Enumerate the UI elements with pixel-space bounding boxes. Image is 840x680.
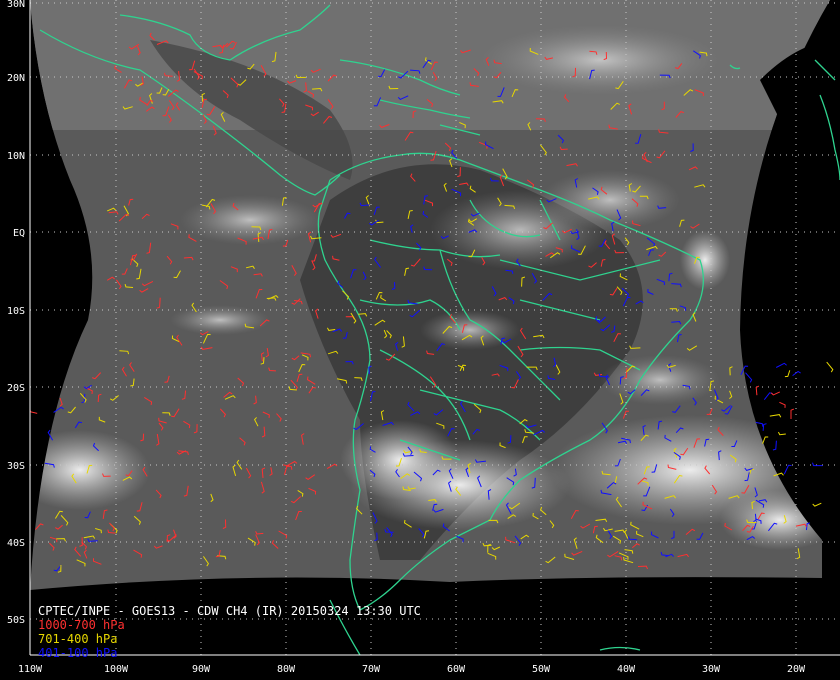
lat-label: 20N <box>7 73 25 84</box>
lon-label: 90W <box>192 664 211 675</box>
wind-barb <box>779 401 786 408</box>
lon-label: 110W <box>18 664 43 675</box>
lat-label: 20S <box>7 383 25 394</box>
wind-barb <box>770 391 781 396</box>
wind-barb <box>762 423 767 431</box>
legend-mid-level: 701-400 hPa <box>38 632 118 646</box>
lon-label: 40W <box>617 664 636 675</box>
lon-label: 70W <box>362 664 381 675</box>
latitude-labels: 30N 20N 10N EQ 10S 20S 30S 40S 50S <box>7 0 25 626</box>
wind-barb <box>812 502 822 507</box>
wind-barb <box>783 464 792 475</box>
legend-low-level: 1000-700 hPa <box>38 618 125 632</box>
lon-label: 100W <box>104 664 129 675</box>
wind-barb <box>775 362 787 368</box>
longitude-labels: 110W 100W 90W 80W 70W 60W 50W 40W 30W 20… <box>18 664 806 675</box>
wind-barb <box>769 414 782 418</box>
wind-barb <box>763 392 773 401</box>
wind-barb <box>772 440 777 451</box>
lat-label: 10N <box>7 151 25 162</box>
lat-label: EQ <box>13 228 25 239</box>
image-title: CPTEC/INPE - GOES13 - CDW CH4 (IR) 20150… <box>38 604 421 618</box>
wind-barb <box>777 431 786 436</box>
lat-label: 50S <box>7 615 25 626</box>
wind-barb <box>792 370 801 377</box>
wind-barb <box>784 370 791 378</box>
lat-label: 30N <box>7 0 25 10</box>
wind-barb <box>790 408 794 419</box>
lat-label: 40S <box>7 538 25 549</box>
lat-label: 30S <box>7 461 25 472</box>
wind-barb <box>762 436 769 444</box>
lat-label: 10S <box>7 306 25 317</box>
lon-label: 20W <box>787 664 806 675</box>
lon-label: 50W <box>532 664 551 675</box>
satellite-map: 30N 20N 10N EQ 10S 20S 30S 40S 50S 110W … <box>7 0 840 675</box>
lon-label: 30W <box>702 664 721 675</box>
satellite-image <box>30 0 830 590</box>
lon-label: 60W <box>447 664 466 675</box>
wind-barb <box>745 372 753 383</box>
wind-barb <box>826 361 834 373</box>
wind-barb <box>812 462 823 467</box>
lon-label: 80W <box>277 664 296 675</box>
legend-high-level: 401-100 hPa <box>38 646 118 660</box>
wind-barb <box>29 408 38 414</box>
wind-barb <box>755 385 760 396</box>
